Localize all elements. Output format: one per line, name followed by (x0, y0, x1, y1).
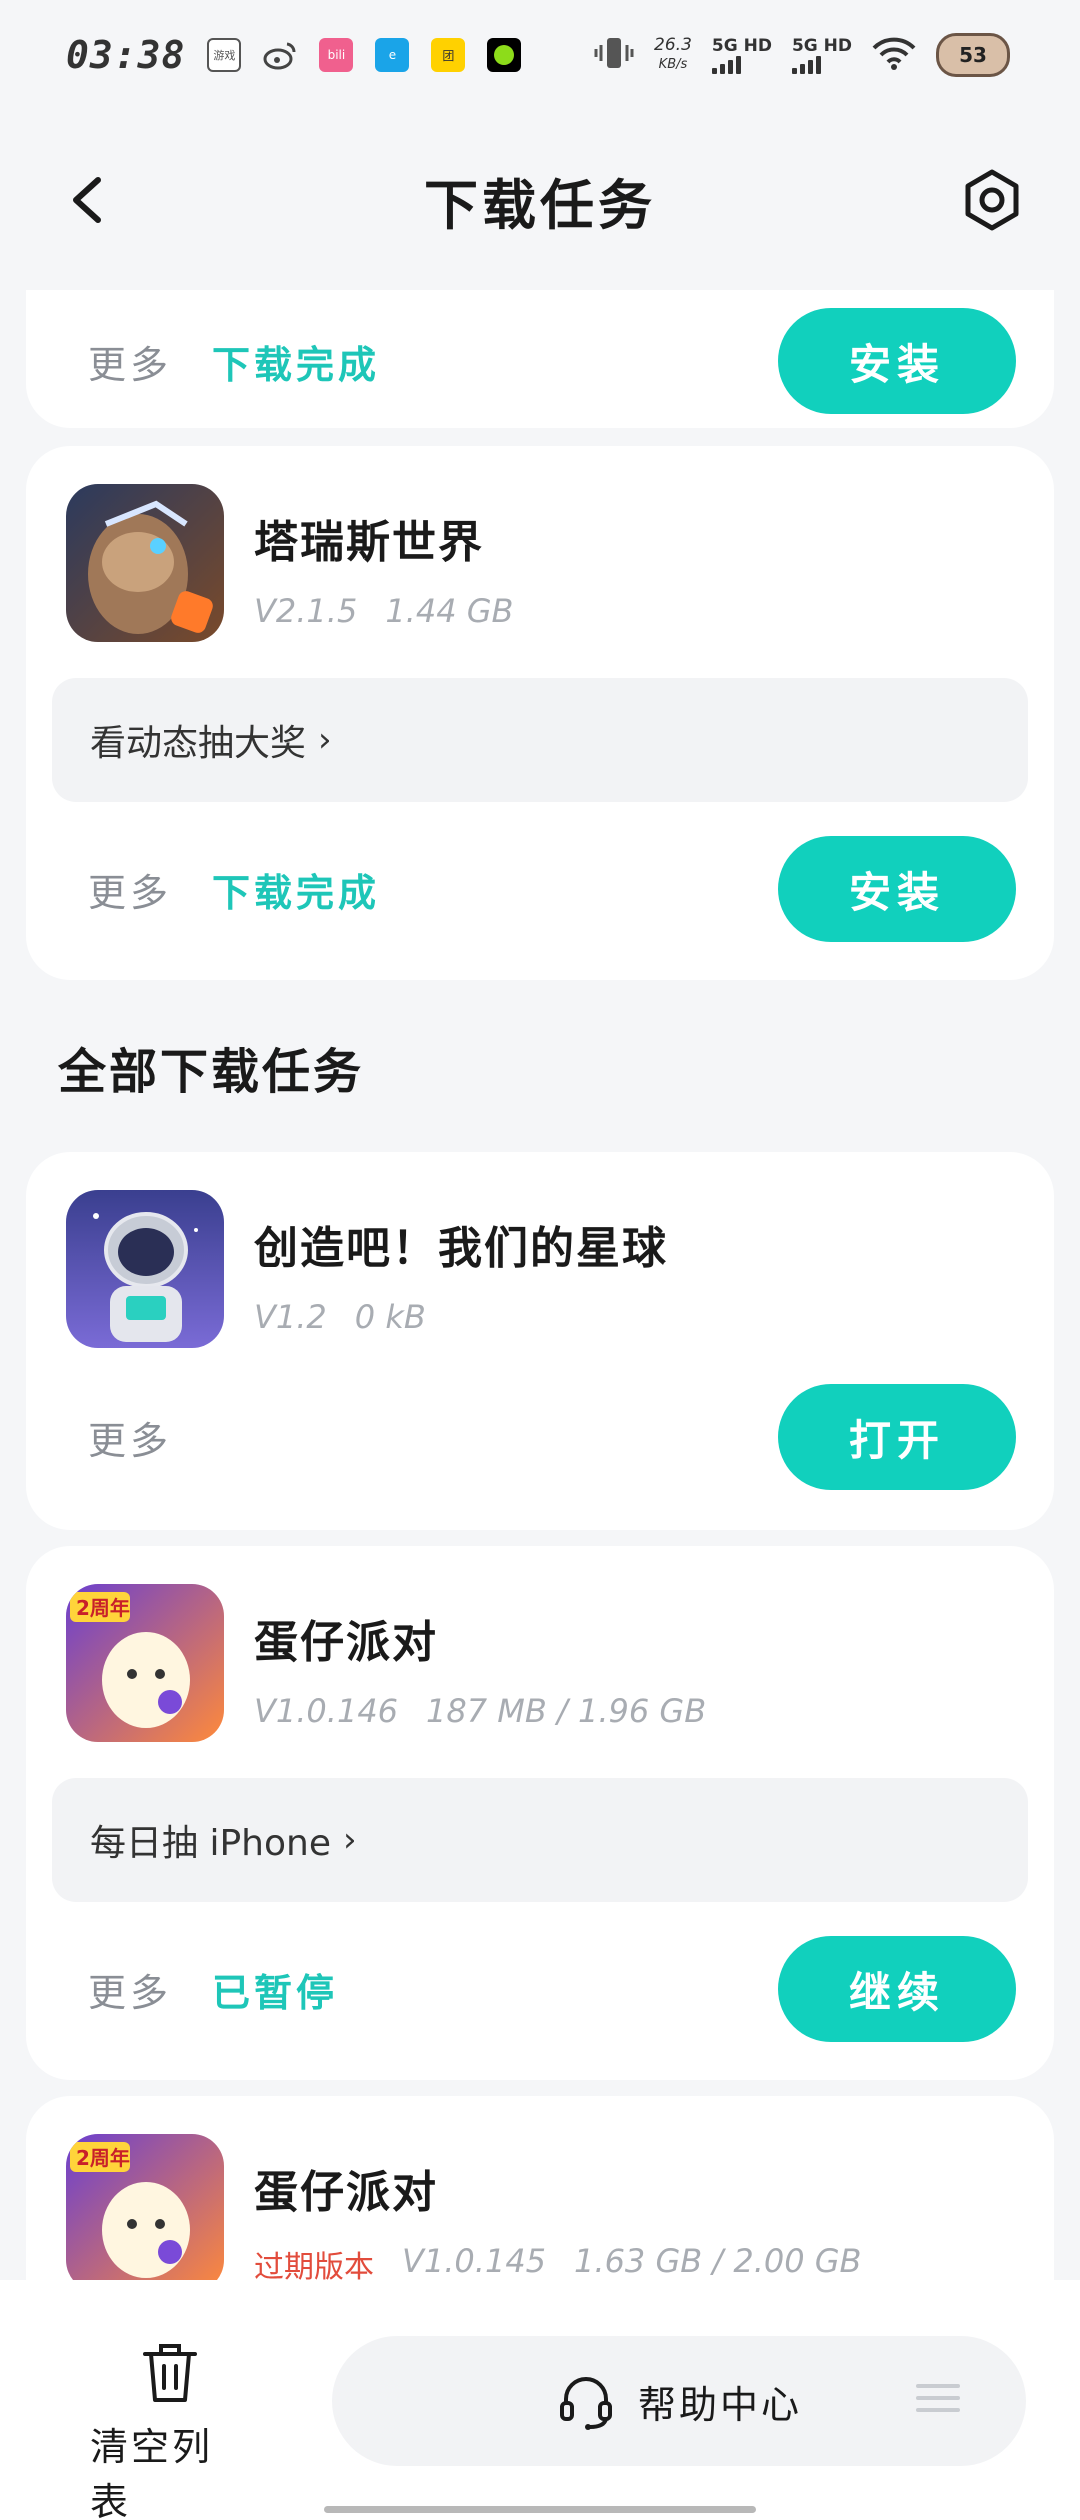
game-size: 1.63 GB / 2.00 GB (574, 2242, 862, 2280)
download-card: 创造吧！我们的星球 V1.2 0 kB 更多 打开 (26, 1152, 1054, 1530)
help-center-button[interactable]: 帮助中心 (332, 2336, 1026, 2466)
card-action-row: 更多 已暂停 继续 (88, 1936, 1016, 2042)
eleme-app-icon: e (375, 38, 410, 72)
more-button[interactable]: 更多 (88, 862, 172, 917)
clear-list-label: 清空列表 (90, 2425, 214, 2520)
resume-button[interactable]: 继续 (778, 1936, 1016, 2042)
chevron-right-icon: › (318, 720, 332, 760)
chevron-right-icon: › (342, 1820, 357, 1860)
promo-label: 看动态抽大奖 (90, 723, 307, 764)
settings-button[interactable] (960, 168, 1024, 232)
section-title: 全部下载任务 (58, 1044, 365, 1100)
signal-1: 5G HD (711, 36, 772, 74)
wifi-icon (872, 36, 916, 74)
status-time: 03:38 (66, 33, 186, 77)
headset-icon (559, 2377, 612, 2430)
more-button[interactable]: 更多 (88, 1410, 172, 1465)
bottom-bar: 清空列表 帮助中心 (0, 2280, 1080, 2520)
net-speed-unit: KB/s (658, 57, 688, 72)
game-version: V2.1.5 (254, 592, 358, 630)
card-action-row: 更多 下载完成 安装 (88, 308, 1016, 414)
menu-icon[interactable] (916, 2384, 960, 2420)
expired-badge: 过期版本 (254, 2250, 374, 2280)
weibo-app-icon (263, 38, 297, 72)
net-speed-value: 26.3 (654, 35, 692, 55)
game-icon-create-planet[interactable] (66, 1190, 224, 1348)
game-name: 创造吧！我们的星球 (254, 1223, 668, 1274)
signal-1-label: 5G HD (711, 36, 772, 56)
game-version: V1.0.146 (254, 1692, 399, 1730)
game-name: 塔瑞斯世界 (254, 517, 484, 568)
game-name: 蛋仔派对 (254, 2167, 438, 2218)
battery-level: 53 (959, 43, 987, 67)
back-arrow-icon (73, 177, 101, 223)
download-card-partial: 更多 下载完成 安装 (26, 290, 1054, 428)
game-size: 1.44 GB (385, 592, 514, 630)
game-icon-eggy-party[interactable]: 2周年 (66, 1584, 224, 1742)
install-button[interactable]: 安装 (778, 308, 1016, 414)
signal-bars-icon (711, 56, 741, 74)
download-list[interactable]: 更多 下载完成 安装 塔瑞斯世界 V2.1.5 1.44 GB 看动态抽大奖 ›… (0, 290, 1080, 2280)
card-action-row: 更多 打开 (88, 1384, 1016, 1490)
status-label: 已暂停 (212, 1970, 339, 2015)
home-indicator[interactable] (324, 2506, 756, 2513)
promo-banner[interactable]: 每日抽 iPhone › (52, 1778, 1028, 1902)
install-button[interactable]: 安装 (778, 836, 1016, 942)
status-label: 下载完成 (212, 342, 381, 387)
download-card: 2周年 蛋仔派对 过期版本 V1.0.145 1.63 GB / 2.00 GB (26, 2096, 1054, 2280)
download-card: 2周年 蛋仔派对 V1.0.146 187 MB / 1.96 GB 每日抽 i… (26, 1546, 1054, 2080)
signal-2-label: 5G HD (791, 36, 852, 56)
battery-indicator: 53 (936, 33, 1010, 77)
download-card: 塔瑞斯世界 V2.1.5 1.44 GB 看动态抽大奖 › 更多 下载完成 安装 (26, 446, 1054, 980)
bilibili-app-icon: bili (319, 38, 354, 72)
more-button[interactable]: 更多 (88, 334, 172, 389)
status-label: 下载完成 (212, 870, 381, 915)
signal-bars-icon (791, 56, 821, 74)
game-size: 0 kB (354, 1298, 426, 1336)
game-icon-eggy-party[interactable]: 2周年 (66, 2134, 224, 2280)
green-dot-app-icon (487, 38, 522, 72)
trash-icon (143, 2344, 197, 2402)
game-version: V1.2 (254, 1298, 327, 1336)
svg-text:2周年: 2周年 (76, 1596, 130, 1620)
game-version: V1.0.145 (402, 2242, 547, 2280)
card-action-row: 更多 下载完成 安装 (88, 836, 1016, 942)
signal-2: 5G HD (791, 36, 852, 74)
status-bar: 03:38 游戏 bili e 团 26.3 KB/s 5G HD 5G HD (0, 0, 1080, 110)
vibrate-icon (594, 35, 634, 75)
game-icon-tarisland[interactable] (66, 484, 224, 642)
page-title: 下载任务 (424, 173, 656, 237)
page-header: 下载任务 (0, 130, 1080, 270)
open-button[interactable]: 打开 (778, 1384, 1016, 1490)
promo-banner[interactable]: 看动态抽大奖 › (52, 678, 1028, 802)
clear-list-button[interactable]: 清空列表 (90, 2340, 250, 2520)
svg-text:2周年: 2周年 (76, 2146, 130, 2170)
promo-label: 每日抽 iPhone (90, 1823, 331, 1864)
game-center-app-icon: 游戏 (207, 38, 242, 72)
net-speed: 26.3 KB/s (654, 35, 692, 75)
meituan-app-icon: 团 (431, 38, 466, 72)
help-center-label: 帮助中心 (637, 2382, 802, 2427)
game-name: 蛋仔派对 (254, 1617, 438, 1668)
game-size: 187 MB / 1.96 GB (426, 1692, 707, 1730)
more-button[interactable]: 更多 (88, 1962, 172, 2017)
gear-icon (965, 169, 1019, 231)
back-button[interactable] (60, 170, 120, 230)
